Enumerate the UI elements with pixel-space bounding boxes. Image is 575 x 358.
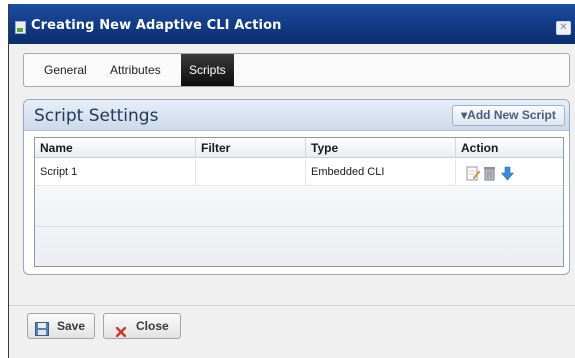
tab-scripts[interactable]: Scripts <box>181 54 234 86</box>
scripts-table: Name Filter Type Action Script 1 Embedde… <box>34 137 564 267</box>
table-empty-area <box>35 187 563 266</box>
column-header-type[interactable]: Type <box>305 138 455 158</box>
close-icon[interactable]: ✕ <box>556 21 571 35</box>
tab-bar: General Attributes Scripts <box>23 53 570 87</box>
save-label: Save <box>57 319 86 333</box>
panel-title: Script Settings <box>34 106 159 126</box>
row-divider <box>35 226 563 227</box>
tab-general[interactable]: General <box>36 54 95 86</box>
close-label: Close <box>136 319 169 333</box>
column-header-action[interactable]: Action <box>455 138 563 158</box>
table-row[interactable]: Script 1 Embedded CLI <box>35 159 563 186</box>
dialog-title: Creating New Adaptive CLI Action <box>31 18 282 33</box>
cell-type: Embedded CLI <box>305 159 455 186</box>
cell-filter <box>195 159 305 186</box>
title-bar[interactable]: Creating New Adaptive CLI Action ✕ <box>9 4 575 44</box>
app-icon <box>15 21 26 34</box>
add-new-script-button[interactable]: ▾Add New Script <box>452 105 565 126</box>
column-header-filter[interactable]: Filter <box>195 138 305 158</box>
column-header-name[interactable]: Name <box>35 138 195 158</box>
script-settings-panel: Script Settings ▾Add New Script Name Fil… <box>23 99 570 275</box>
table-header: Name Filter Type Action <box>35 138 563 158</box>
tab-attributes[interactable]: Attributes <box>102 54 169 86</box>
save-button[interactable]: Save <box>27 313 95 339</box>
cell-action <box>455 159 563 186</box>
save-icon <box>35 320 49 344</box>
cell-name: Script 1 <box>40 166 78 178</box>
panel-header: Script Settings ▾Add New Script <box>24 100 569 131</box>
footer-divider <box>9 305 575 306</box>
dialog-window: Creating New Adaptive CLI Action ✕ Gener… <box>8 4 575 358</box>
close-button[interactable]: Close <box>103 313 181 339</box>
close-x-icon <box>115 321 127 345</box>
